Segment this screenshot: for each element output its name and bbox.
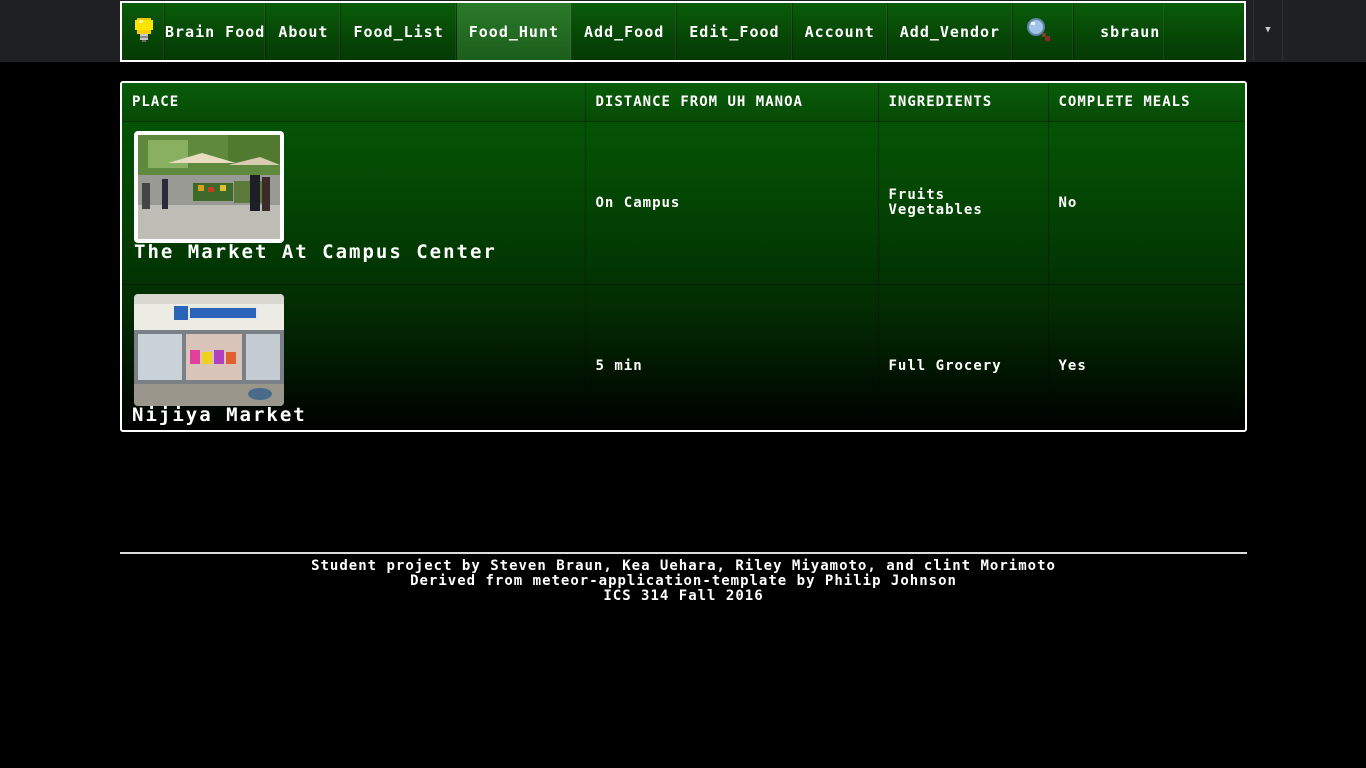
magnifier-icon — [1025, 16, 1053, 48]
header-complete-meals: COMPLETE MEALS — [1048, 83, 1245, 122]
header-distance: DISTANCE FROM UH MANOA — [585, 83, 879, 122]
table-row: The Market At Campus Center On Campus Fr… — [122, 121, 1245, 285]
brand-link[interactable] — [122, 3, 165, 60]
user-menu[interactable]: sbraun — [1074, 3, 1164, 60]
footer-course: ICS 314 Fall 2016 — [603, 588, 764, 604]
market-campus-center-photo[interactable] — [134, 131, 284, 243]
nav-about[interactable]: About — [266, 3, 342, 60]
place-name[interactable]: The Market At Campus Center — [134, 243, 573, 262]
table-row: Nijiya Market 5 min Full Grocery Yes — [122, 284, 1245, 430]
nav-food-hunt[interactable]: Food_Hunt — [456, 3, 573, 60]
caret-down-icon[interactable]: ▼ — [1253, 0, 1283, 60]
footer-credits: Student project by Steven Braun, Kea Ueh… — [311, 558, 1056, 574]
footer: Student project by Steven Braun, Kea Ueh… — [120, 559, 1247, 604]
brand-title[interactable]: Brain Food — [165, 3, 267, 60]
lightbulb-icon — [134, 16, 154, 48]
place-name[interactable]: Nijiya Market — [132, 406, 573, 425]
vendor-table: PLACE DISTANCE FROM UH MANOA INGREDIENTS… — [122, 83, 1245, 430]
place-cell: The Market At Campus Center — [122, 121, 586, 285]
food-hunt-table-panel: PLACE DISTANCE FROM UH MANOA INGREDIENTS… — [120, 81, 1247, 432]
header-ingredients: INGREDIENTS — [878, 83, 1049, 122]
ingredient-item: Vegetables — [888, 202, 983, 218]
nav-add-vendor[interactable]: Add_Vendor — [888, 3, 1014, 60]
distance-cell: 5 min — [585, 284, 879, 430]
ingredient-item: Fruits — [888, 187, 946, 203]
top-navbar: Brain Food About Food_List Food_Hunt Add… — [0, 0, 1366, 62]
nav-add-food[interactable]: Add_Food — [572, 3, 678, 60]
complete-meals-cell: No — [1048, 121, 1245, 285]
complete-meals-cell: Yes — [1058, 357, 1087, 374]
footer-divider — [120, 552, 1247, 554]
nijiya-market-photo[interactable] — [134, 294, 284, 406]
header-place: PLACE — [122, 83, 586, 122]
ingredients-cell: Full Grocery — [878, 284, 1049, 430]
nav-food-list[interactable]: Food_List — [341, 3, 457, 60]
distance-cell: On Campus — [585, 121, 879, 285]
ingredient-item: Full Grocery — [888, 357, 1002, 374]
nav-menu: Brain Food About Food_List Food_Hunt Add… — [120, 1, 1246, 62]
nav-edit-food[interactable]: Edit_Food — [677, 3, 793, 60]
nav-account[interactable]: Account — [793, 3, 888, 60]
search-button[interactable] — [1013, 3, 1075, 60]
ingredients-cell: Fruits Vegetables — [878, 121, 1049, 285]
place-cell: Nijiya Market — [122, 284, 586, 430]
footer-derived: Derived from meteor-application-template… — [410, 573, 957, 589]
table-header-row: PLACE DISTANCE FROM UH MANOA INGREDIENTS… — [122, 83, 1245, 122]
